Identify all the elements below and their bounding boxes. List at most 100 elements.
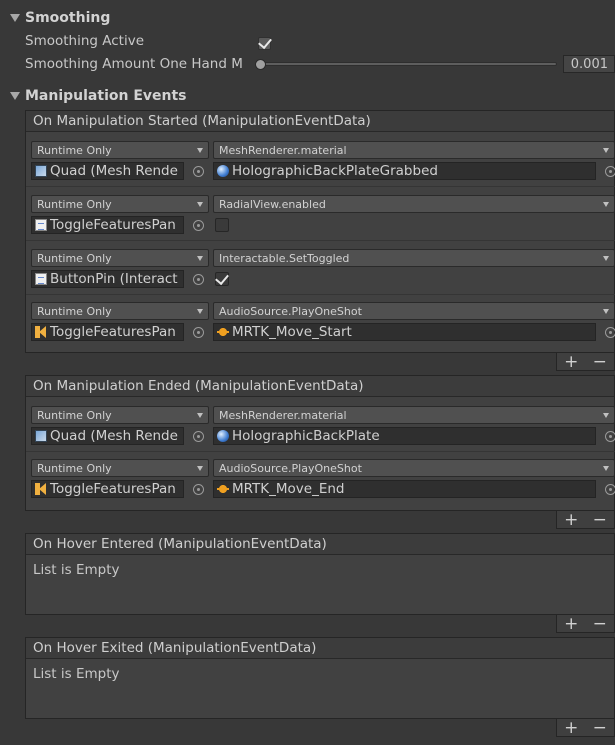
dropdown-arrow-icon [197, 466, 203, 471]
target-object-label: Quad (Mesh Rende [50, 163, 178, 179]
script-icon [35, 219, 47, 231]
function-dropdown[interactable]: RadialView.enabled [213, 195, 615, 213]
event-header: On Hover Entered (ManipulationEventData) [26, 534, 614, 555]
row-separator [26, 451, 615, 452]
event-header: On Hover Exited (ManipulationEventData) [26, 638, 614, 659]
audio-source-icon [35, 326, 47, 338]
target-object-label: ToggleFeaturesPan [50, 324, 176, 340]
object-picker-icon[interactable] [193, 484, 204, 495]
runtime-mode-label: Runtime Only [37, 408, 112, 422]
runtime-mode-dropdown[interactable]: Runtime Only [31, 141, 209, 159]
function-label: MeshRenderer.material [219, 408, 347, 422]
target-object-label: Quad (Mesh Rende [50, 428, 178, 444]
runtime-mode-label: Runtime Only [37, 251, 112, 265]
add-listener-button[interactable]: + [564, 615, 578, 632]
event-header: On Manipulation Ended (ManipulationEvent… [26, 376, 614, 397]
add-listener-button[interactable]: + [564, 353, 578, 370]
target-object-field[interactable]: Quad (Mesh Rende [31, 162, 184, 180]
smoothing-foldout[interactable]: Smoothing [10, 8, 110, 28]
hover-exited-add-remove-bar: + − [556, 719, 615, 737]
function-label: AudioSource.PlayOneShot [219, 304, 362, 318]
argument-object-field[interactable]: HolographicBackPlateGrabbed [213, 162, 596, 180]
checkmark-icon [257, 34, 272, 50]
event-on-hover-exited: On Hover Exited (ManipulationEventData) … [25, 637, 615, 719]
object-picker-icon[interactable] [605, 484, 615, 495]
target-object-field[interactable]: ToggleFeaturesPan [31, 216, 184, 234]
argument-toggle-checkbox[interactable] [215, 218, 229, 232]
runtime-mode-dropdown[interactable]: Runtime Only [31, 406, 209, 424]
runtime-mode-dropdown[interactable]: Runtime Only [31, 459, 209, 477]
audio-source-icon [35, 483, 47, 495]
smoothing-title: Smoothing [25, 10, 111, 26]
remove-listener-button[interactable]: − [593, 353, 607, 370]
checkmark-icon [215, 270, 229, 285]
argument-object-label: MRTK_Move_End [232, 481, 345, 497]
smoothing-amount-slider-track[interactable] [257, 62, 557, 66]
function-dropdown[interactable]: Interactable.SetToggled [213, 249, 615, 267]
function-label: AudioSource.PlayOneShot [219, 461, 362, 475]
runtime-mode-dropdown[interactable]: Runtime Only [31, 195, 209, 213]
object-picker-icon[interactable] [605, 166, 615, 177]
object-picker-icon[interactable] [193, 220, 204, 231]
row-separator [26, 186, 615, 187]
target-object-field[interactable]: Quad (Mesh Rende [31, 427, 184, 445]
object-picker-icon[interactable] [605, 431, 615, 442]
function-dropdown[interactable]: MeshRenderer.material [213, 406, 615, 424]
audio-clip-icon [217, 483, 229, 495]
smoothing-amount-slider-thumb[interactable] [255, 59, 266, 70]
argument-object-field[interactable]: HolographicBackPlate [213, 427, 596, 445]
empty-list-text: List is Empty [33, 562, 120, 578]
target-object-label: ButtonPin (Interact [50, 271, 178, 287]
dropdown-arrow-icon [197, 413, 203, 418]
runtime-mode-dropdown[interactable]: Runtime Only [31, 249, 209, 267]
ended-add-remove-bar: + − [556, 511, 615, 529]
function-dropdown[interactable]: MeshRenderer.material [213, 141, 615, 159]
argument-object-field[interactable]: MRTK_Move_Start [213, 323, 596, 341]
smoothing-active-label: Smoothing Active [25, 33, 145, 49]
object-picker-icon[interactable] [193, 166, 204, 177]
dropdown-arrow-icon [603, 466, 609, 471]
remove-listener-button[interactable]: − [593, 511, 607, 528]
smoothing-amount-label: Smoothing Amount One Hand M [25, 56, 243, 72]
runtime-mode-dropdown[interactable]: Runtime Only [31, 302, 209, 320]
argument-object-label: MRTK_Move_Start [232, 324, 352, 340]
dropdown-arrow-icon [197, 148, 203, 153]
object-picker-icon[interactable] [193, 274, 204, 285]
foldout-arrow-icon [10, 14, 20, 22]
target-object-field[interactable]: ToggleFeaturesPan [31, 480, 184, 498]
dropdown-arrow-icon [603, 309, 609, 314]
dropdown-arrow-icon [603, 256, 609, 261]
function-dropdown[interactable]: AudioSource.PlayOneShot [213, 302, 615, 320]
smoothing-amount-field[interactable]: 0.001 [563, 55, 615, 73]
remove-listener-button[interactable]: − [593, 719, 607, 736]
argument-toggle-checkbox[interactable] [215, 270, 229, 286]
argument-object-field[interactable]: MRTK_Move_End [213, 480, 596, 498]
row-separator [26, 294, 615, 295]
dropdown-arrow-icon [197, 256, 203, 261]
row-separator [26, 240, 615, 241]
smoothing-active-checkbox[interactable] [257, 34, 272, 50]
object-picker-icon[interactable] [193, 327, 204, 338]
manipulation-events-foldout[interactable]: Manipulation Events [10, 86, 187, 106]
argument-object-label: HolographicBackPlateGrabbed [232, 163, 438, 179]
object-picker-icon[interactable] [605, 327, 615, 338]
add-listener-button[interactable]: + [564, 511, 578, 528]
remove-listener-button[interactable]: − [593, 615, 607, 632]
add-listener-button[interactable]: + [564, 719, 578, 736]
dropdown-arrow-icon [603, 148, 609, 153]
function-label: RadialView.enabled [219, 197, 326, 211]
function-dropdown[interactable]: AudioSource.PlayOneShot [213, 459, 615, 477]
target-object-label: ToggleFeaturesPan [50, 217, 176, 233]
script-icon [35, 273, 47, 285]
material-icon [217, 165, 229, 177]
mesh-renderer-icon [35, 430, 47, 442]
object-picker-icon[interactable] [193, 431, 204, 442]
runtime-mode-label: Runtime Only [37, 304, 112, 318]
target-object-field[interactable]: ToggleFeaturesPan [31, 323, 184, 341]
empty-list-text: List is Empty [33, 666, 120, 682]
started-add-remove-bar: + − [556, 353, 615, 371]
dropdown-arrow-icon [197, 202, 203, 207]
dropdown-arrow-icon [603, 202, 609, 207]
event-on-hover-entered: On Hover Entered (ManipulationEventData)… [25, 533, 615, 615]
target-object-field[interactable]: ButtonPin (Interact [31, 270, 184, 288]
